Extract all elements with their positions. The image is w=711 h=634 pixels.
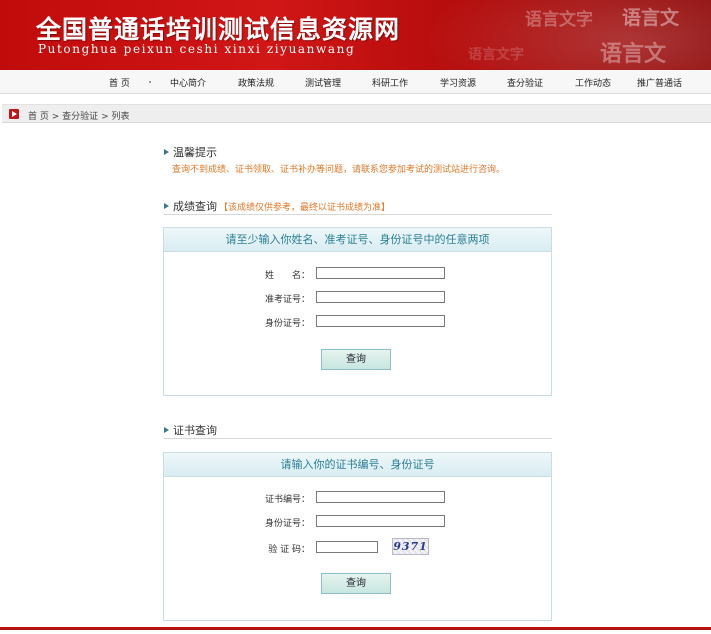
nav-item-promote-putonghua[interactable]: 推广普通话 — [637, 76, 682, 89]
cert-query-heading-label: 证书查询 — [173, 424, 217, 437]
admission-number-input[interactable] — [316, 291, 445, 303]
nav-item-policy[interactable]: 政策法规 — [238, 76, 274, 89]
certificate-number-input[interactable] — [316, 491, 445, 503]
site-title: 全国普通话培训测试信息资源网 — [36, 15, 401, 44]
score-query-form: 请至少输入你姓名、准考证号、身份证号中的任意两项 — [163, 227, 552, 396]
id-number-input[interactable] — [316, 315, 445, 327]
name-input[interactable] — [316, 267, 445, 279]
nav-item-home[interactable]: 首 页 — [109, 76, 130, 89]
site-banner: 语言文字 语言文 语言文 语言文字 全国普通话培训测试信息资源网 Putongh… — [0, 0, 711, 70]
captcha-input[interactable] — [316, 541, 378, 553]
banner-deco-text: 语言文 — [600, 41, 667, 67]
section-divider — [164, 214, 552, 215]
id-number-label: 身份证号： — [264, 319, 310, 329]
cert-query-heading: 证书查询 — [164, 422, 217, 438]
nav-item-about[interactable]: 中心简介 — [170, 76, 206, 89]
captcha-label: 验 证 码： — [268, 545, 310, 555]
nav-item-resources[interactable]: 学习资源 — [440, 76, 476, 89]
tips-heading: 温馨提示 — [164, 144, 217, 160]
score-query-form-title: 请至少输入你姓名、准考证号、身份证号中的任意两项 — [164, 228, 551, 252]
nav-item-research[interactable]: 科研工作 — [372, 76, 408, 89]
score-query-submit-button[interactable]: 查询 — [321, 349, 391, 370]
triangle-bullet-icon — [164, 427, 169, 433]
cert-query-form: 请输入你的证书编号、身份证号 — [163, 452, 552, 621]
breadcrumb-current: 列表 — [111, 112, 130, 122]
cert-query-submit-button[interactable]: 查询 — [321, 573, 391, 594]
nav-item-test-management[interactable]: 测试管理 — [305, 76, 341, 89]
banner-deco-text: 语言文字 — [525, 10, 593, 30]
triangle-bullet-icon — [164, 149, 169, 155]
score-query-heading: 成绩查询 【该成绩仅供参考，最终以证书成绩为准】 — [164, 198, 390, 214]
score-query-note: 【该成绩仅供参考，最终以证书成绩为准】 — [219, 203, 391, 213]
cert-id-number-label: 身份证号： — [264, 519, 310, 529]
banner-deco-text: 语言文字 — [468, 47, 524, 63]
breadcrumb-separator: > — [51, 112, 60, 122]
breadcrumb-trail: 首 页 > 查分验证 > 列表 — [28, 109, 130, 122]
main-nav: 首 页 中心简介 政策法规 测试管理 科研工作 学习资源 查分验证 工作动态 推… — [0, 70, 711, 94]
breadcrumb-home-link[interactable]: 首 页 — [28, 112, 49, 122]
site-subtitle: Putonghua peixun ceshi xinxi ziyuanwang — [38, 42, 356, 56]
admission-number-label: 准考证号： — [264, 295, 310, 305]
cert-id-number-input[interactable] — [316, 515, 445, 527]
certificate-number-label: 证书编号： — [264, 495, 310, 505]
nav-separator — [149, 81, 151, 83]
tips-text: 查询不到成绩、证书领取、证书补办等问题，请联系您参加考试的测试站进行咨询。 — [172, 165, 506, 175]
breadcrumb-arrow-icon — [9, 109, 19, 119]
name-label: 姓 名： — [264, 271, 310, 281]
tips-heading-label: 温馨提示 — [173, 146, 217, 159]
section-divider — [164, 438, 552, 439]
cert-query-form-title: 请输入你的证书编号、身份证号 — [164, 453, 551, 477]
banner-deco-text: 语言文 — [622, 7, 680, 29]
nav-item-score-verify[interactable]: 查分验证 — [507, 76, 543, 89]
score-query-heading-label: 成绩查询 — [173, 200, 217, 213]
footer-divider — [0, 627, 711, 630]
triangle-bullet-icon — [164, 203, 169, 209]
breadcrumb-separator: > — [101, 112, 109, 122]
nav-item-news[interactable]: 工作动态 — [575, 76, 611, 89]
breadcrumb: 首 页 > 查分验证 > 列表 — [2, 104, 711, 123]
breadcrumb-section-link[interactable]: 查分验证 — [62, 112, 98, 122]
captcha-image[interactable]: 9371 — [392, 538, 429, 555]
